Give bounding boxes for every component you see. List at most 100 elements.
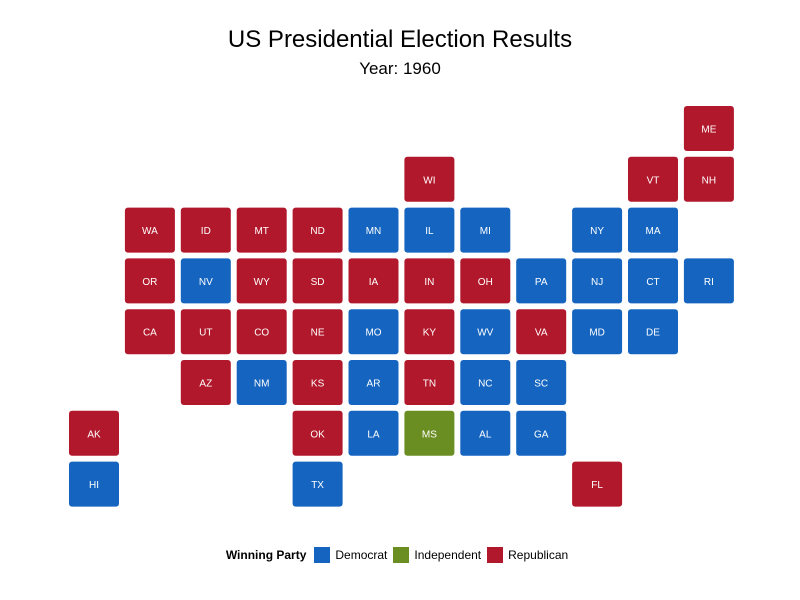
state-tile-vt: VT [628, 156, 678, 202]
state-tile-oh: OH [460, 258, 511, 304]
tile-map: ME WI VT NH WA ID MT ND MN IL MI NY MA OR NV WY SD IA IN OH… [69, 106, 734, 507]
state-tile-wv: WV [460, 309, 511, 355]
state-label: NV [199, 277, 213, 288]
state-tile-md: MD [572, 309, 623, 355]
state-tile-ak: AK [69, 410, 119, 456]
state-label: PA [535, 277, 548, 288]
state-label: AK [87, 429, 101, 440]
state-label: NE [311, 328, 325, 339]
legend-item-independent: Independent [393, 547, 481, 563]
state-tile-ri: RI [683, 258, 734, 304]
state-tile-ne: NE [292, 309, 343, 355]
state-label: DE [646, 328, 660, 339]
state-label: WI [423, 175, 435, 186]
state-label: ME [701, 125, 716, 136]
state-label: AL [479, 429, 492, 440]
state-label: ID [201, 226, 211, 237]
state-tile-nj: NJ [572, 258, 623, 304]
state-label: IN [424, 277, 434, 288]
state-tile-pa: PA [516, 258, 567, 304]
state-label: WV [477, 328, 493, 339]
state-label: NJ [591, 277, 603, 288]
state-tile-ut: UT [180, 309, 231, 355]
state-label: KY [423, 328, 437, 339]
state-label: IL [425, 226, 434, 237]
state-label: KS [311, 379, 325, 390]
state-tile-wy: WY [236, 258, 287, 304]
state-label: ND [310, 226, 324, 237]
state-label: WA [142, 226, 158, 237]
state-tile-or: OR [124, 258, 175, 304]
state-label: TX [311, 480, 324, 491]
state-label: VT [647, 175, 660, 186]
state-label: OK [310, 429, 325, 440]
state-label: MI [480, 226, 491, 237]
state-tile-ca: CA [124, 309, 175, 355]
legend-swatch-independent [393, 547, 410, 563]
state-tile-co: CO [236, 309, 287, 355]
legend-item-republican: Republican [487, 547, 568, 563]
legend: Winning Party Democrat Independent Repub… [0, 547, 800, 563]
state-tile-nm: NM [236, 360, 287, 405]
state-tile-ga: GA [516, 410, 567, 456]
state-tile-ok: OK [292, 410, 343, 456]
state-label: VA [535, 328, 548, 339]
state-label: NH [702, 175, 716, 186]
state-tile-mn: MN [348, 207, 399, 253]
state-label: SD [311, 277, 325, 288]
state-label: OH [478, 277, 493, 288]
state-tile-id: ID [180, 207, 231, 253]
state-label: MN [366, 226, 382, 237]
state-label: AZ [199, 379, 212, 390]
state-tile-la: LA [348, 410, 399, 456]
state-label: NM [254, 379, 270, 390]
state-label: LA [367, 429, 380, 440]
state-label: IA [369, 277, 379, 288]
legend-title: Winning Party [225, 548, 307, 562]
state-tile-tn: TN [404, 360, 455, 405]
state-tile-ma: MA [628, 207, 678, 253]
state-tile-nv: NV [180, 258, 231, 304]
state-label: AR [367, 379, 381, 390]
state-tile-ky: KY [404, 309, 455, 355]
legend-swatch-republican [487, 547, 504, 563]
state-label: SC [534, 379, 548, 390]
state-label: WY [254, 277, 270, 288]
state-tile-sd: SD [292, 258, 343, 304]
legend-label-republican: Republican [508, 548, 569, 562]
state-tile-fl: FL [572, 461, 623, 507]
state-tile-tx: TX [292, 461, 343, 507]
state-tile-ms: MS [404, 410, 455, 456]
state-tile-ny: NY [572, 207, 623, 253]
state-label: CT [646, 277, 659, 288]
state-tile-wa: WA [124, 207, 175, 253]
state-tile-ia: IA [348, 258, 399, 304]
state-label: MT [254, 226, 268, 237]
state-label: UT [199, 328, 212, 339]
state-tile-ar: AR [348, 360, 399, 405]
state-label: RI [704, 277, 714, 288]
state-tile-va: VA [516, 309, 567, 355]
state-label: GA [534, 429, 549, 440]
state-tile-mt: MT [236, 207, 287, 253]
legend-label-democrat: Democrat [335, 548, 388, 562]
state-label: MO [365, 328, 381, 339]
state-tile-ct: CT [628, 258, 678, 304]
state-tile-sc: SC [516, 360, 567, 405]
state-label: HI [89, 480, 99, 491]
state-label: NY [590, 226, 604, 237]
state-tile-wi: WI [404, 156, 455, 202]
state-tile-ks: KS [292, 360, 343, 405]
state-tile-mi: MI [460, 207, 511, 253]
state-label: OR [142, 277, 157, 288]
state-tile-nc: NC [460, 360, 511, 405]
state-label: FL [591, 480, 603, 491]
state-tile-al: AL [460, 410, 511, 456]
state-tile-me: ME [683, 106, 734, 151]
state-label: TN [423, 379, 436, 390]
state-tile-nd: ND [292, 207, 343, 253]
state-label: MD [589, 328, 605, 339]
state-tile-de: DE [628, 309, 678, 355]
state-label: CO [254, 328, 269, 339]
legend-item-democrat: Democrat [314, 547, 387, 563]
